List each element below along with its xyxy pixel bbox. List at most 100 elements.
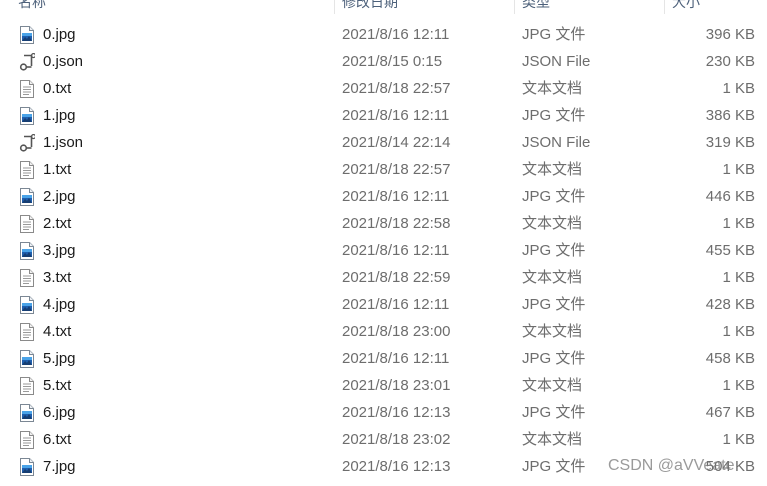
file-name: 3.jpg <box>43 242 76 259</box>
image-file-icon <box>19 242 35 260</box>
file-name: 5.txt <box>43 377 72 394</box>
file-name: 5.jpg <box>43 350 76 367</box>
file-row[interactable]: 2.jpg 2021/8/16 12:11 JPG 文件 446 KB <box>0 183 767 210</box>
file-date-modified: 2021/8/18 22:57 <box>342 161 451 178</box>
file-type: JPG 文件 <box>522 107 586 124</box>
file-row[interactable]: 3.txt 2021/8/18 22:59 文本文档 1 KB <box>0 264 767 291</box>
file-type: JPG 文件 <box>522 404 586 421</box>
file-row[interactable]: 6.txt 2021/8/18 23:02 文本文档 1 KB <box>0 426 767 453</box>
file-size: 1 KB <box>722 80 755 97</box>
text-file-icon <box>19 80 35 98</box>
file-type: JPG 文件 <box>522 188 586 205</box>
file-date-modified: 2021/8/16 12:11 <box>342 242 450 259</box>
column-divider[interactable] <box>664 0 665 14</box>
file-size: 396 KB <box>705 26 755 43</box>
file-row[interactable]: 1.txt 2021/8/18 22:57 文本文档 1 KB <box>0 156 767 183</box>
file-name: 1.json <box>43 134 84 151</box>
text-file-icon <box>19 377 35 395</box>
text-file-icon <box>19 215 35 233</box>
column-divider[interactable] <box>334 0 335 14</box>
column-header-size[interactable]: 大小 <box>672 0 700 14</box>
file-date-modified: 2021/8/18 23:00 <box>342 323 451 340</box>
file-date-modified: 2021/8/16 12:13 <box>342 458 451 475</box>
file-size: 319 KB <box>705 134 755 151</box>
text-file-icon <box>19 161 35 179</box>
text-file-icon <box>19 323 35 341</box>
image-file-icon <box>19 188 35 206</box>
file-date-modified: 2021/8/16 12:11 <box>342 26 450 43</box>
column-header-date-modified[interactable]: 修改日期 <box>342 0 398 14</box>
file-name: 6.txt <box>43 431 72 448</box>
image-file-icon <box>19 458 35 476</box>
text-file-icon <box>19 269 35 287</box>
file-name: 7.jpg <box>43 458 76 475</box>
image-file-icon <box>19 404 35 422</box>
column-header-name[interactable]: 名称 <box>18 0 46 14</box>
file-name: 1.jpg <box>43 107 76 124</box>
file-date-modified: 2021/8/16 12:11 <box>342 107 450 124</box>
file-type: 文本文档 <box>522 80 583 97</box>
text-file-icon <box>19 431 35 449</box>
image-file-icon <box>19 296 35 314</box>
file-name: 0.txt <box>43 80 72 97</box>
file-size: 1 KB <box>722 431 755 448</box>
file-row[interactable]: 4.jpg 2021/8/16 12:11 JPG 文件 428 KB <box>0 291 767 318</box>
file-row[interactable]: 0.jpg 2021/8/16 12:11 JPG 文件 396 KB <box>0 21 767 48</box>
file-type: 文本文档 <box>522 215 583 232</box>
file-type: JPG 文件 <box>522 242 586 259</box>
file-type: JPG 文件 <box>522 26 586 43</box>
file-date-modified: 2021/8/16 12:11 <box>342 188 450 205</box>
file-name: 0.json <box>43 53 84 70</box>
file-row[interactable]: 3.jpg 2021/8/16 12:11 JPG 文件 455 KB <box>0 237 767 264</box>
file-size: 467 KB <box>705 404 755 421</box>
file-size: 455 KB <box>705 242 755 259</box>
file-date-modified: 2021/8/16 12:13 <box>342 404 451 421</box>
file-date-modified: 2021/8/18 22:59 <box>342 269 451 286</box>
file-row[interactable]: 6.jpg 2021/8/16 12:13 JPG 文件 467 KB <box>0 399 767 426</box>
column-header-type[interactable]: 类型 <box>522 0 550 14</box>
file-type: JPG 文件 <box>522 350 586 367</box>
file-type: JSON File <box>522 134 591 151</box>
file-row[interactable]: 0.json 2021/8/15 0:15 JSON File 230 KB <box>0 48 767 75</box>
json-file-icon <box>19 52 37 71</box>
file-size: 428 KB <box>705 296 755 313</box>
file-date-modified: 2021/8/18 22:58 <box>342 215 451 232</box>
file-type: 文本文档 <box>522 431 583 448</box>
file-size: 1 KB <box>722 215 755 232</box>
file-date-modified: 2021/8/18 23:02 <box>342 431 451 448</box>
column-divider[interactable] <box>514 0 515 14</box>
file-name: 2.txt <box>43 215 72 232</box>
file-name: 4.jpg <box>43 296 76 313</box>
file-row[interactable]: 5.txt 2021/8/18 23:01 文本文档 1 KB <box>0 372 767 399</box>
file-date-modified: 2021/8/16 12:11 <box>342 350 450 367</box>
file-row[interactable]: 0.txt 2021/8/18 22:57 文本文档 1 KB <box>0 75 767 102</box>
file-type: JSON File <box>522 53 591 70</box>
file-date-modified: 2021/8/15 0:15 <box>342 53 443 70</box>
file-list: 0.jpg 2021/8/16 12:11 JPG 文件 396 KB 0.json 20… <box>0 21 767 480</box>
file-type: 文本文档 <box>522 161 583 178</box>
file-row[interactable]: 4.txt 2021/8/18 23:00 文本文档 1 KB <box>0 318 767 345</box>
file-row[interactable]: 1.json 2021/8/14 22:14 JSON File 319 KB <box>0 129 767 156</box>
file-name: 6.jpg <box>43 404 76 421</box>
file-name: 2.jpg <box>43 188 76 205</box>
column-header: 名称 修改日期 类型 大小 <box>0 0 767 14</box>
json-file-icon <box>19 133 37 152</box>
file-size: 1 KB <box>722 161 755 178</box>
image-file-icon <box>19 107 35 125</box>
file-row[interactable]: 2.txt 2021/8/18 22:58 文本文档 1 KB <box>0 210 767 237</box>
file-size: 386 KB <box>705 107 755 124</box>
watermark: CSDN @aVVeate <box>608 457 735 474</box>
file-name: 1.txt <box>43 161 72 178</box>
file-name: 4.txt <box>43 323 72 340</box>
image-file-icon <box>19 350 35 368</box>
file-type: 文本文档 <box>522 269 583 286</box>
file-size: 458 KB <box>705 350 755 367</box>
file-date-modified: 2021/8/18 23:01 <box>342 377 451 394</box>
file-type: JPG 文件 <box>522 296 586 313</box>
file-row[interactable]: 5.jpg 2021/8/16 12:11 JPG 文件 458 KB <box>0 345 767 372</box>
file-name: 0.jpg <box>43 26 76 43</box>
file-type: JPG 文件 <box>522 458 586 475</box>
image-file-icon <box>19 26 35 44</box>
file-row[interactable]: 1.jpg 2021/8/16 12:11 JPG 文件 386 KB <box>0 102 767 129</box>
file-size: 446 KB <box>705 188 755 205</box>
